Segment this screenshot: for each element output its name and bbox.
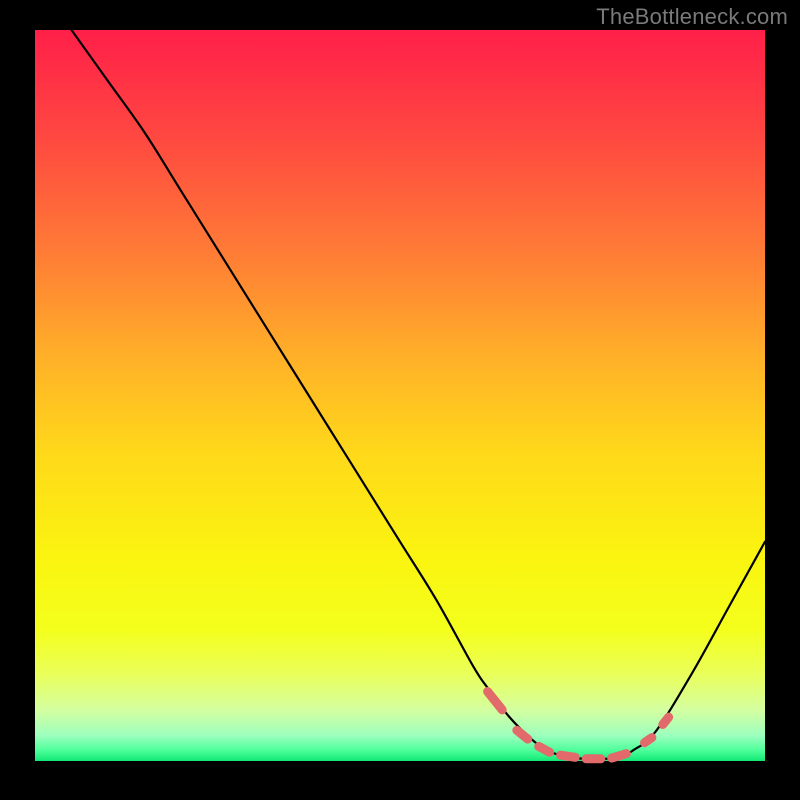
gradient-plot-area [35, 30, 765, 761]
attribution-label: TheBottleneck.com [596, 4, 788, 30]
chart-frame: TheBottleneck.com [0, 0, 800, 800]
bottleneck-chart [0, 0, 800, 800]
